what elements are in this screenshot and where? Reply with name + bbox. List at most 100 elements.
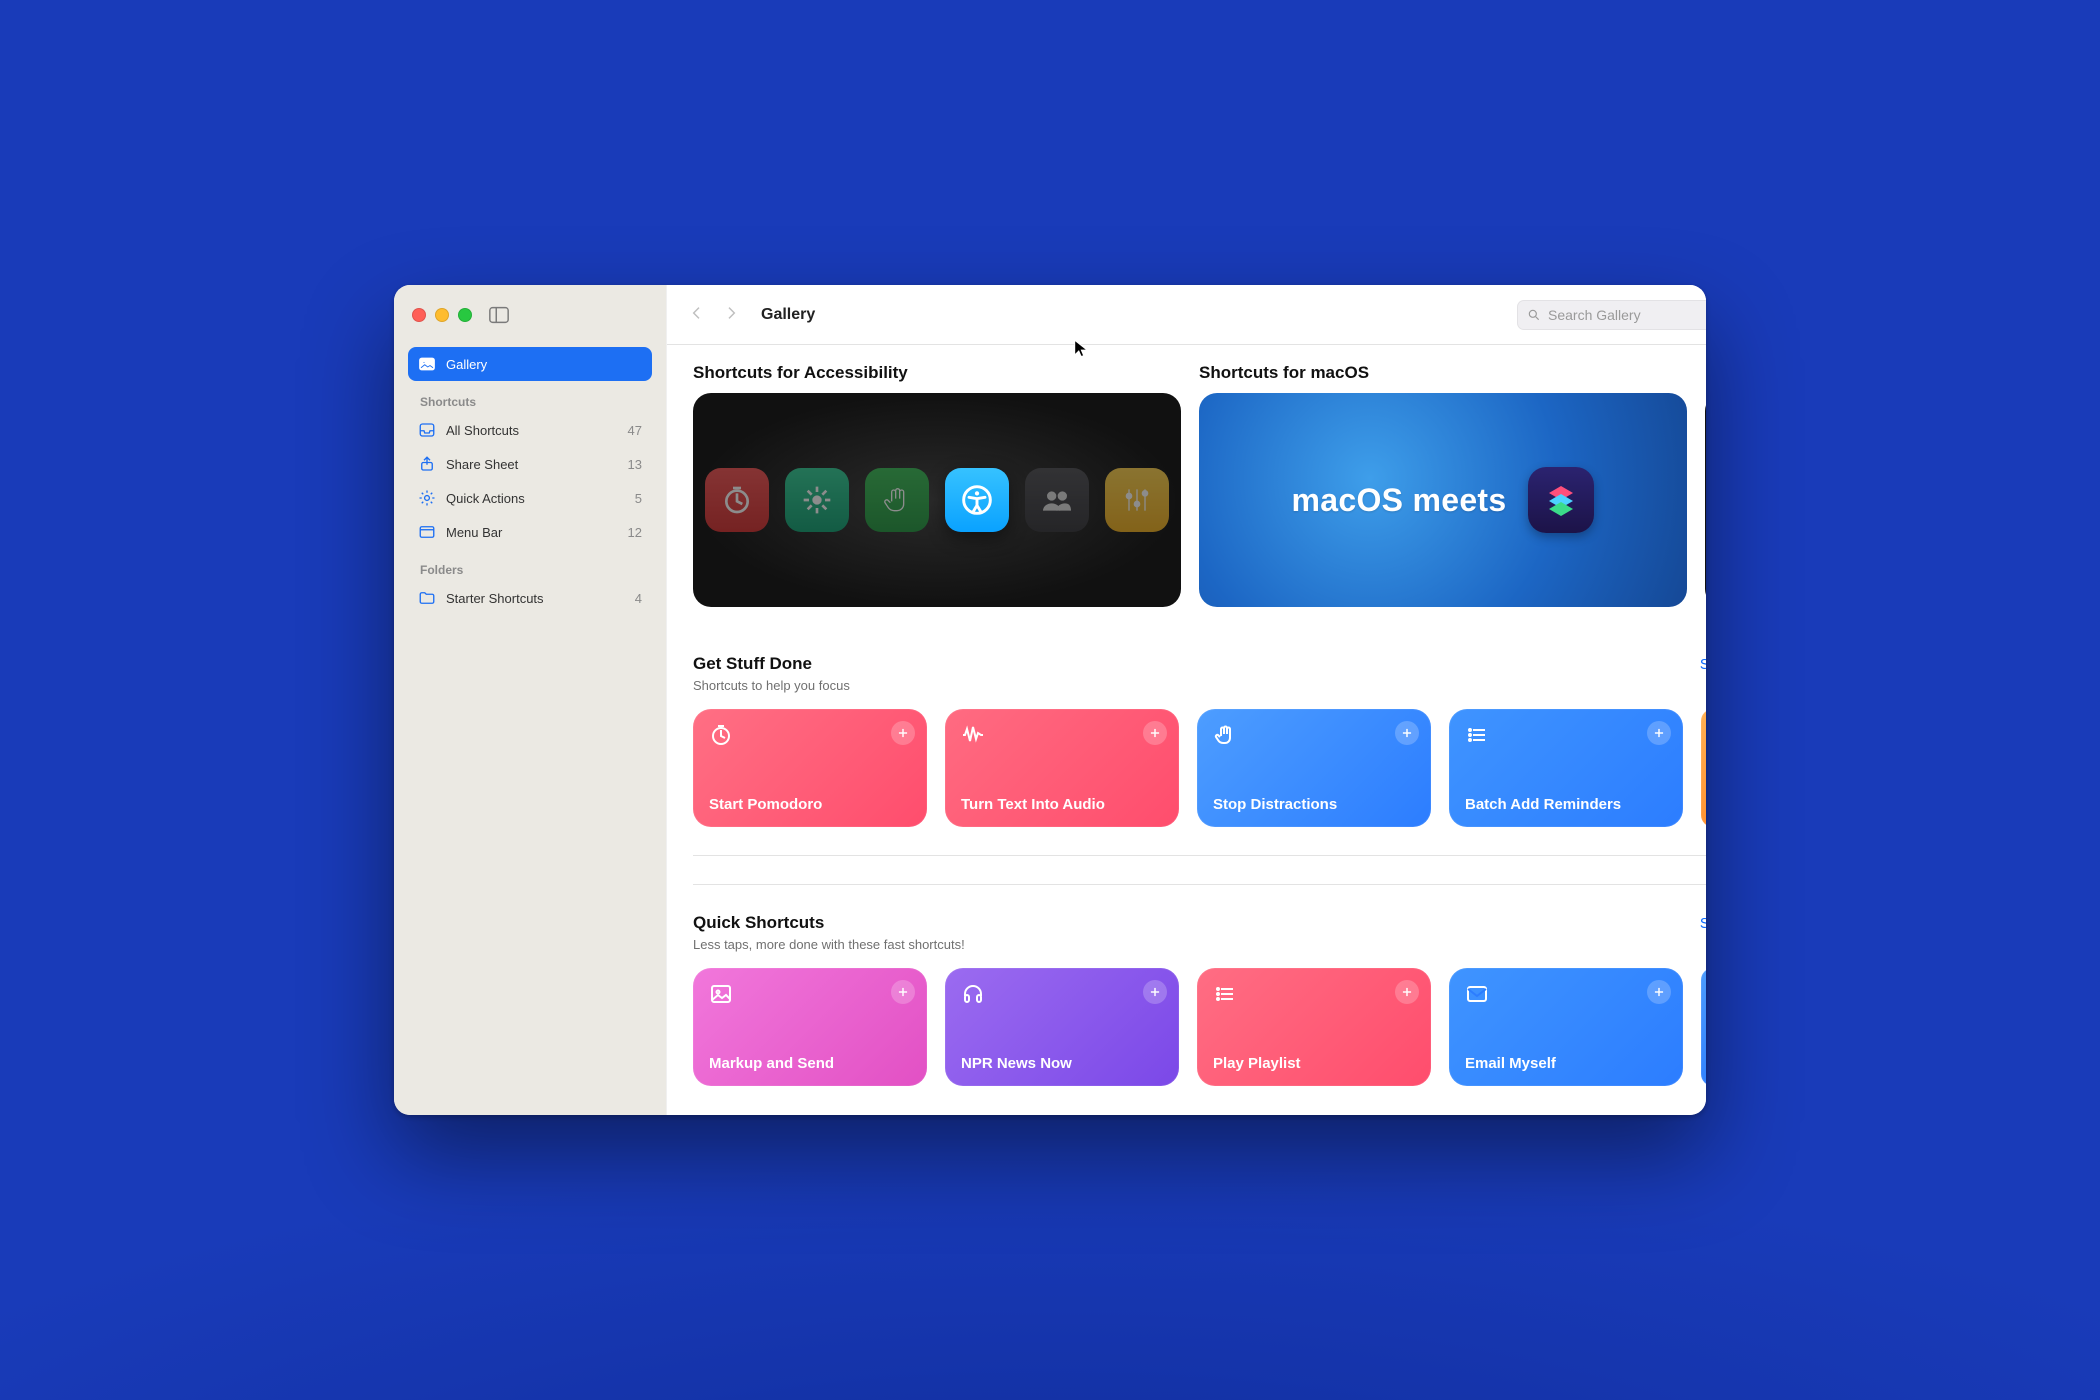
section-subtitle: Shortcuts to help you focus: [693, 678, 850, 693]
shortcuts-window: Gallery Shortcuts All Shortcuts 47 Share She…: [394, 285, 1706, 1115]
timer-icon: [709, 723, 733, 747]
sidebar-item-label: Share Sheet: [446, 457, 518, 472]
accessibility-icon: [945, 468, 1009, 532]
feature-more[interactable]: F: [1705, 363, 1706, 607]
people-icon: [1025, 468, 1089, 532]
hand-icon: [865, 468, 929, 532]
image-icon: [709, 982, 733, 1006]
sidebar-titlebar: [394, 285, 666, 345]
feature-banner[interactable]: [693, 393, 1181, 607]
asterisk-icon: [785, 468, 849, 532]
shortcut-card[interactable]: Batch Add Reminders: [1449, 709, 1683, 827]
gallery-icon: [418, 355, 436, 373]
close-button[interactable]: [412, 308, 426, 322]
sidebar-item-count: 4: [635, 591, 642, 606]
add-shortcut-button[interactable]: [1143, 721, 1167, 745]
page-title: Gallery: [761, 306, 815, 324]
sidebar-item-quick[interactable]: Quick Actions 5: [408, 481, 652, 515]
shortcut-label: NPR News Now: [961, 1055, 1163, 1072]
add-shortcut-button[interactable]: [1395, 980, 1419, 1004]
section-subtitle: Less taps, more done with these fast sho…: [693, 937, 965, 952]
tile-icon: [705, 468, 769, 532]
shortcut-label: Turn Text Into Audio: [961, 796, 1163, 813]
share-icon: [418, 455, 436, 473]
nav-forward-button[interactable]: [723, 305, 739, 324]
window-controls: [412, 308, 472, 322]
sidebar-item-label: Menu Bar: [446, 525, 502, 540]
minimize-button[interactable]: [435, 308, 449, 322]
list-icon: [1465, 723, 1489, 747]
wave-icon: [961, 723, 985, 747]
shortcut-card[interactable]: Markup and Send: [693, 968, 927, 1086]
shortcut-label: Stop Distractions: [1213, 796, 1415, 813]
add-shortcut-button[interactable]: [1647, 721, 1671, 745]
zoom-button[interactable]: [458, 308, 472, 322]
sidebar-item-count: 5: [635, 491, 642, 506]
feature-banner[interactable]: macOS meets: [1199, 393, 1687, 607]
list-icon: [1213, 982, 1237, 1006]
sidebar-item-all[interactable]: All Shortcuts 47: [408, 413, 652, 447]
sidebar-heading: Shortcuts: [408, 381, 652, 413]
sidebar-item-menubar[interactable]: Menu Bar 12: [408, 515, 652, 549]
section-quicks: Quick Shortcuts Less taps, more done with…: [667, 885, 1706, 1086]
hand-icon: [1213, 723, 1237, 747]
feature-a11y[interactable]: Shortcuts for Accessibility: [693, 363, 1181, 607]
folder-icon: [418, 589, 436, 607]
toolbar: Gallery Search Gallery: [667, 285, 1706, 345]
nav-back-button[interactable]: [689, 305, 705, 324]
feature-banner[interactable]: [1705, 393, 1706, 607]
content-scroll[interactable]: Shortcuts for Accessibility Shortcuts fo…: [667, 345, 1706, 1115]
sidebar-item-label: Quick Actions: [446, 491, 525, 506]
shortcut-card[interactable]: Play Playlist: [1197, 968, 1431, 1086]
see-all-link[interactable]: See All: [1700, 916, 1706, 932]
search-placeholder: Search Gallery: [1548, 307, 1641, 323]
sidebar-item-label: All Shortcuts: [446, 423, 519, 438]
shortcut-card[interactable]: Turn Text Into Audio: [945, 709, 1179, 827]
sidebar-item-label: Starter Shortcuts: [446, 591, 544, 606]
shortcut-card[interactable]: [1701, 709, 1706, 827]
feature-macos[interactable]: Shortcuts for macOSmacOS meets: [1199, 363, 1687, 607]
feature-title: F: [1705, 363, 1706, 383]
shortcut-card[interactable]: Stop Distractions: [1197, 709, 1431, 827]
sidebar-item-count: 12: [628, 525, 642, 540]
shortcuts-app-icon: [1528, 467, 1594, 533]
shortcut-label: Start Pomodoro: [709, 796, 911, 813]
shortcut-label: Email Myself: [1465, 1055, 1667, 1072]
sidebar-heading: Folders: [408, 549, 652, 581]
add-shortcut-button[interactable]: [1395, 721, 1419, 745]
sidebar-item-label: Gallery: [446, 357, 487, 372]
section-divider: [693, 855, 1706, 856]
add-shortcut-button[interactable]: [1143, 980, 1167, 1004]
window-icon: [418, 523, 436, 541]
toggle-sidebar-button[interactable]: [488, 304, 510, 326]
search-field[interactable]: Search Gallery: [1517, 300, 1706, 330]
a11y-tiles: [705, 468, 1169, 532]
add-shortcut-button[interactable]: [1647, 980, 1671, 1004]
add-shortcut-button[interactable]: [891, 980, 915, 1004]
shortcut-card[interactable]: Start Pomodoro: [693, 709, 927, 827]
banner-text: macOS meets: [1292, 482, 1507, 519]
search-icon: [1527, 308, 1541, 322]
shortcut-card[interactable]: [1701, 968, 1706, 1086]
shortcut-card[interactable]: NPR News Now: [945, 968, 1179, 1086]
sidebar-item-starter[interactable]: Starter Shortcuts 4: [408, 581, 652, 615]
shortcut-label: Batch Add Reminders: [1465, 796, 1667, 813]
shortcut-card[interactable]: Email Myself: [1449, 968, 1683, 1086]
sidebar: Gallery Shortcuts All Shortcuts 47 Share She…: [394, 285, 666, 1115]
sidebar-item-share[interactable]: Share Sheet 13: [408, 447, 652, 481]
section-getstuff: Get Stuff DoneShortcuts to help you focu…: [667, 626, 1706, 827]
shortcut-label: Markup and Send: [709, 1055, 911, 1072]
mail-icon: [1465, 982, 1489, 1006]
add-shortcut-button[interactable]: [891, 721, 915, 745]
tray-icon: [418, 421, 436, 439]
sidebar-item-gallery[interactable]: Gallery: [408, 347, 652, 381]
section-title: Quick Shortcuts: [693, 913, 965, 933]
main-pane: Gallery Search Gallery Shortcuts for Acc…: [666, 285, 1706, 1115]
sidebar-item-count: 13: [628, 457, 642, 472]
shortcut-label: Play Playlist: [1213, 1055, 1415, 1072]
sidebar-item-count: 47: [628, 423, 642, 438]
headphones-icon: [961, 982, 985, 1006]
gear-icon: [418, 489, 436, 507]
see-all-link[interactable]: See All: [1700, 657, 1706, 673]
sliders-icon: [1105, 468, 1169, 532]
